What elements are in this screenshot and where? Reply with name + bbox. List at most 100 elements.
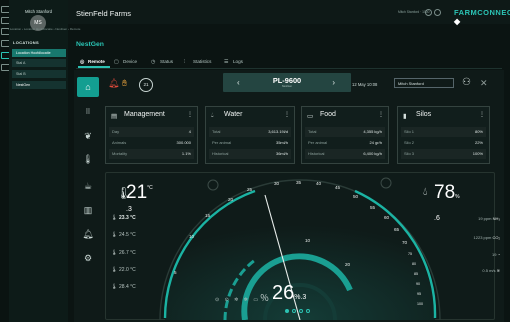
device-icon: ▢ [114,59,119,65]
tab-statistics[interactable]: ⫶ Statistics [184,56,211,68]
water-row: Historical 36ml/h [209,149,291,159]
row-value: 4 [188,129,191,134]
gear-button[interactable]: ⚙ [77,248,99,268]
alarm-count-badge: 21 [139,78,153,92]
alarm-button[interactable]: 🔔︎ [77,224,99,244]
management-row: Day 4 [109,127,194,137]
row-value: 100% [472,151,483,156]
sidebar-user-name: Mitch Stanford [25,9,52,14]
sidebar-item-stal-b[interactable]: Stal B [12,70,66,78]
gauge-tick: 55 [370,205,376,210]
sensor-reading: 🌡︎ 26.7 °C [111,250,136,256]
row-label: Silo 2 [404,140,415,145]
tab-status[interactable]: ◷ Status [151,56,173,68]
gauge-tick: 95 [417,292,421,296]
bird-button[interactable]: ❦ [77,126,99,146]
silos-row: Silo 1 80% [401,127,486,137]
tab-device-label: Device [123,59,138,64]
device-user-field[interactable]: Mitch Stanford [394,78,454,88]
row-label: Silo 1 [404,129,415,134]
flame-icon [207,179,219,191]
home-button[interactable]: ⌂ [77,77,99,97]
globe-icon[interactable] [425,9,432,16]
alarm-bell-icon[interactable]: 🔔︎ [108,78,119,89]
water-card: 💧︎ Water ⋮ Total 3,613.19l/d Per animal 35… [205,106,295,164]
gauge-tick: 15 [205,213,211,218]
thermometer-button[interactable]: 🌡︎ [77,149,99,169]
silos-menu-icon[interactable]: ⋮ [479,111,485,118]
row-value: 80% [474,129,483,134]
stat-value: 19 ppm [478,216,492,221]
status-icon: ◷ [151,59,156,65]
nh3-stat: 19 ppm NH₃ [478,216,500,221]
gauge-tick: 90 [416,282,420,286]
farmconnect-logo: FARMCONNECT ◆ [454,8,510,26]
fan-status-icons: ⊙ ⊙ ✲ ✲ ▭ [215,297,261,303]
wind-stat: 0.5 m/s ≋ [482,268,500,273]
sidebar-item-hoofdlocatie[interactable]: Location Hoofdlocatie [12,49,66,57]
water-menu-icon[interactable]: ⋮ [284,111,290,118]
sensor-value: 23.3 °C [119,215,136,221]
help-icon[interactable] [434,9,441,16]
gauge-tick: 50 [353,194,359,199]
food-row: Total 4,355 kg/h [305,127,385,137]
stat-value: 0.5 m/s [482,268,496,273]
food-row: Per animal 24 gr/h [305,138,385,148]
pager-dot[interactable] [292,309,296,313]
row-label: Historical [212,151,229,156]
sensor-value: 28.4 °C [119,284,136,290]
fan-icon [380,177,392,189]
tab-bar: ◎ Remote ▢ Device ◷ Status ⫶ Statistics ☰ Log… [76,56,502,69]
management-menu-icon[interactable]: ⋮ [187,111,193,118]
tab-device[interactable]: ▢ Device [114,56,137,68]
silo-icon: ▮ [403,113,407,120]
row-label: Total [308,129,317,134]
brand-name: StienFeld Farms [76,9,132,18]
pager-dot[interactable] [285,309,289,313]
gauge-tick: 45 [335,185,341,190]
sidebar-item-nestgen[interactable]: NestGen [12,81,66,89]
stat-value: 1223 ppm [473,235,492,240]
user-icon[interactable]: ⚇ [462,77,471,88]
co2-stat: 1223 ppm CO₂ [474,235,500,240]
gauge-tick: 10 [189,234,195,239]
grid-button[interactable]: ⠿ [77,103,99,123]
row-label: Per animal [308,140,328,145]
hand-icon[interactable]: ✋︎ [122,78,127,89]
sensor-reading: 🌡︎ 24.5 °C [111,232,136,238]
page-title: NestGen [76,41,104,48]
pressure-stat: 19 ◔ [492,252,500,257]
percent-icon: ％ [260,293,270,303]
gauge-tick: 20 [228,197,234,202]
tab-remote[interactable]: ◎ Remote [78,56,110,68]
stat-value: 19 [492,252,497,257]
row-value: 1.1% [181,151,191,156]
chart-button[interactable]: ▥ [77,200,99,220]
row-label: Historical [308,151,325,156]
gauge-tick: 25 [247,187,253,192]
tools-icon[interactable]: ✕ [480,78,488,89]
device-selector[interactable]: ‹ PL-9600 NestGen › [223,73,351,92]
gauge-tick: 5 [174,270,177,275]
silos-card: ▮ Silos ⋮ Silo 1 80% Silo 2 22% Silo 3 100% [397,106,490,164]
row-value: 22% [474,140,483,145]
management-row: Mortality 1.1% [109,149,194,159]
row-value: 35ml/h [275,140,288,145]
water-row: Total 3,613.19l/d [209,127,291,137]
food-menu-icon[interactable]: ⋮ [378,111,384,118]
tab-logs[interactable]: ☰ Logs [224,56,243,68]
pager-dot[interactable] [306,309,310,313]
sensor-icon: 🌡︎ [111,250,118,256]
feeder-button[interactable]: ☕︎ [77,176,99,196]
row-value: 300.000 [176,140,191,145]
food-icon: ▭ [307,113,314,120]
sensor-value: 26.7 °C [119,250,136,256]
next-device-icon[interactable]: › [332,78,335,87]
management-row: Animals 300.000 [109,138,194,148]
logs-icon: ☰ [224,59,229,65]
management-card: ▤ Management ⋮ Day 4 Animals 300.000 Morta… [105,106,198,164]
gauge-icon: ◔ [497,252,500,257]
sidebar-item-stal-a[interactable]: Stal A [12,59,66,67]
pager-dot[interactable] [299,309,303,313]
row-label: Per animal [212,140,232,145]
